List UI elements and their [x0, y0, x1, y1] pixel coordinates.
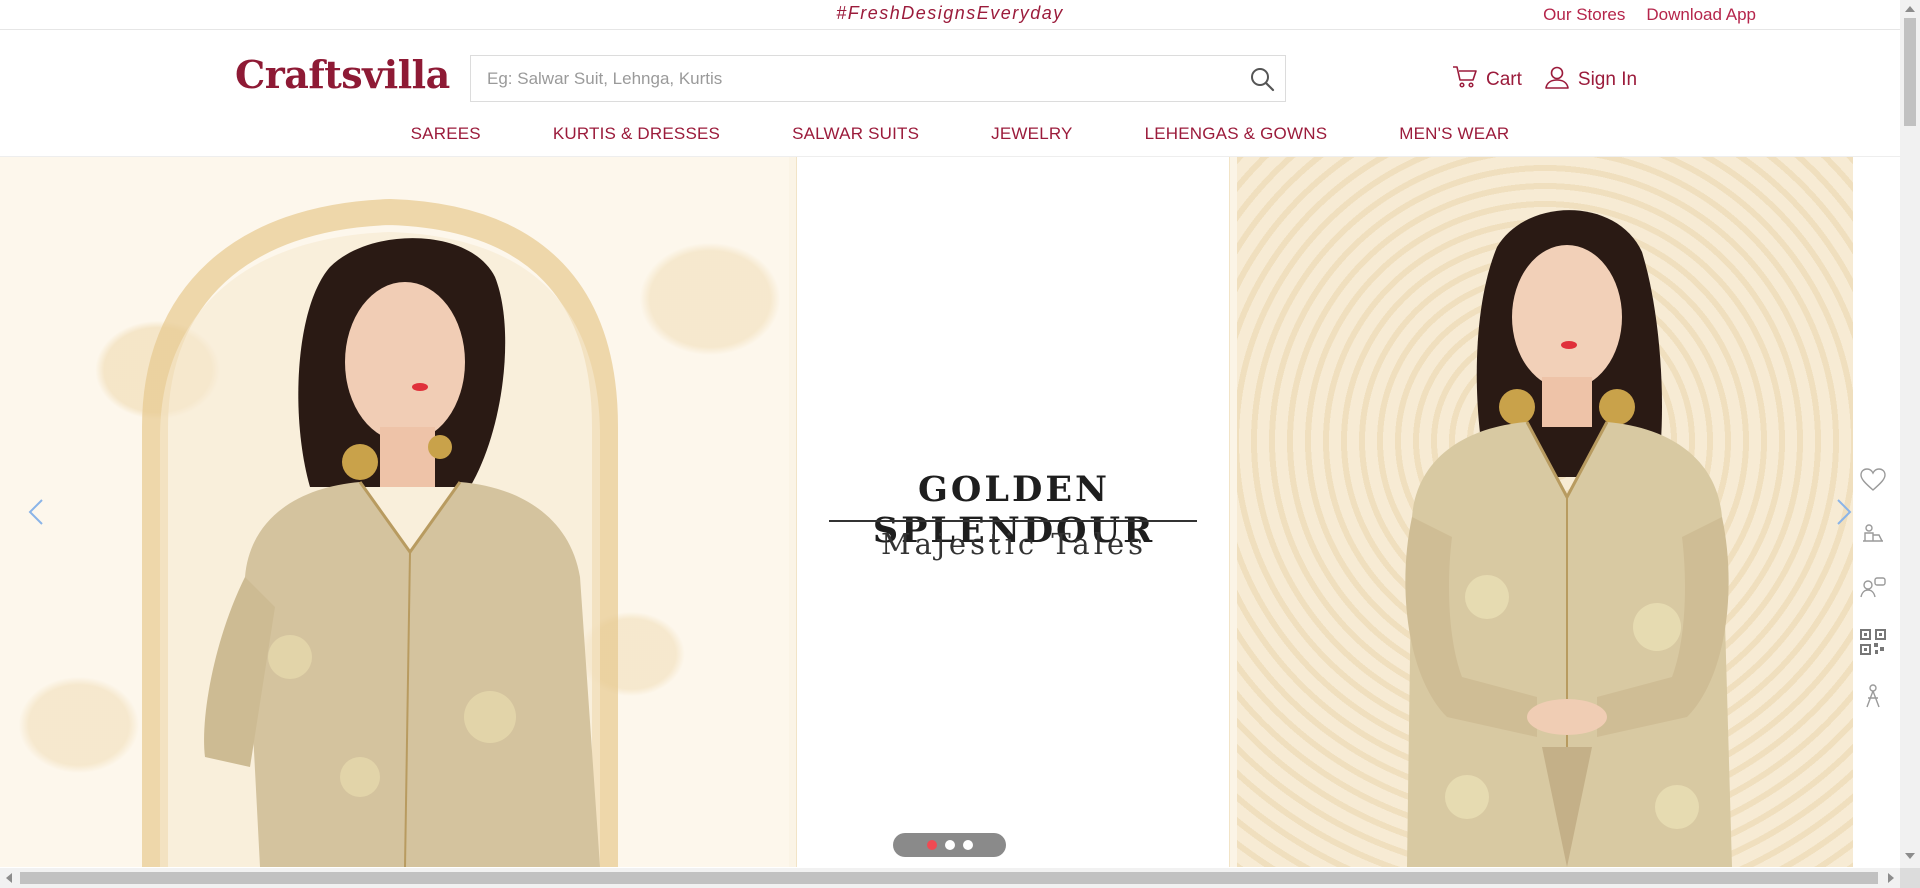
hero-image-right	[1237, 157, 1853, 867]
cart-icon	[1452, 65, 1478, 95]
support-icon[interactable]	[1858, 573, 1888, 603]
top-links: Our Stores Download App	[1543, 5, 1756, 25]
sign-in-button[interactable]: Sign In	[1544, 65, 1637, 95]
search-input[interactable]	[471, 56, 1239, 101]
nav-item-sarees[interactable]: SAREES	[411, 124, 481, 144]
search-bar	[470, 55, 1286, 102]
scroll-up-icon[interactable]	[1905, 6, 1915, 12]
our-stores-link[interactable]: Our Stores	[1543, 5, 1625, 25]
nav-item-salwar-suits[interactable]: SALWAR SUITS	[792, 124, 919, 144]
qr-code-icon[interactable]	[1858, 627, 1888, 657]
carousel-indicator	[893, 833, 1006, 857]
category-nav: SAREES KURTIS & DRESSES SALWAR SUITS JEW…	[0, 124, 1900, 144]
recommend-icon[interactable]	[1858, 681, 1888, 711]
hero-carousel[interactable]: GOLDEN SPLENDOUR Majestic Tales	[0, 157, 1900, 867]
floating-side-toolbar	[1858, 465, 1888, 711]
hero-image-left	[0, 157, 789, 867]
cart-button[interactable]: Cart	[1452, 65, 1522, 95]
nav-item-mens-wear[interactable]: MEN'S WEAR	[1399, 124, 1509, 144]
carousel-dot-2[interactable]	[944, 840, 955, 850]
search-icon[interactable]	[1239, 56, 1285, 101]
horizontal-scroll-thumb[interactable]	[20, 872, 1878, 884]
nav-item-jewelry[interactable]: JEWELRY	[991, 124, 1072, 144]
scroll-down-icon[interactable]	[1905, 853, 1915, 859]
nav-item-kurtis-dresses[interactable]: KURTIS & DRESSES	[553, 124, 720, 144]
vertical-scroll-thumb[interactable]	[1904, 18, 1916, 126]
download-app-link[interactable]: Download App	[1646, 5, 1756, 25]
horizontal-scrollbar[interactable]	[0, 868, 1900, 888]
logo[interactable]: Craftsvilla	[235, 52, 450, 97]
promo-strip: #FreshDesignsEveryday Our Stores Downloa…	[0, 0, 1900, 30]
hero-text-panel: GOLDEN SPLENDOUR Majestic Tales	[796, 157, 1230, 867]
header-actions: Cart Sign In	[1452, 65, 1659, 95]
scrollbar-corner	[1900, 868, 1920, 888]
model-illustration-right	[1405, 210, 1732, 867]
track-order-icon[interactable]	[1858, 519, 1888, 549]
user-icon	[1544, 65, 1570, 95]
vertical-scrollbar[interactable]	[1900, 0, 1920, 868]
carousel-next-icon[interactable]	[1828, 492, 1858, 532]
model-illustration-left	[142, 198, 618, 867]
hero-subheadline: Majestic Tales	[880, 527, 1148, 561]
hero-divider	[829, 520, 1197, 522]
nav-item-lehengas-gowns[interactable]: LEHENGAS & GOWNS	[1145, 124, 1328, 144]
carousel-prev-icon[interactable]	[22, 492, 52, 532]
carousel-dot-1[interactable]	[926, 840, 937, 850]
carousel-dot-3[interactable]	[962, 840, 973, 850]
site-header: Craftsvilla Cart Sign In SAREES KURTIS &…	[0, 31, 1900, 157]
cart-label: Cart	[1486, 69, 1522, 90]
scroll-right-icon[interactable]	[1888, 873, 1894, 883]
scroll-left-icon[interactable]	[6, 873, 12, 883]
sign-in-label: Sign In	[1577, 69, 1638, 90]
heart-icon[interactable]	[1858, 465, 1888, 495]
